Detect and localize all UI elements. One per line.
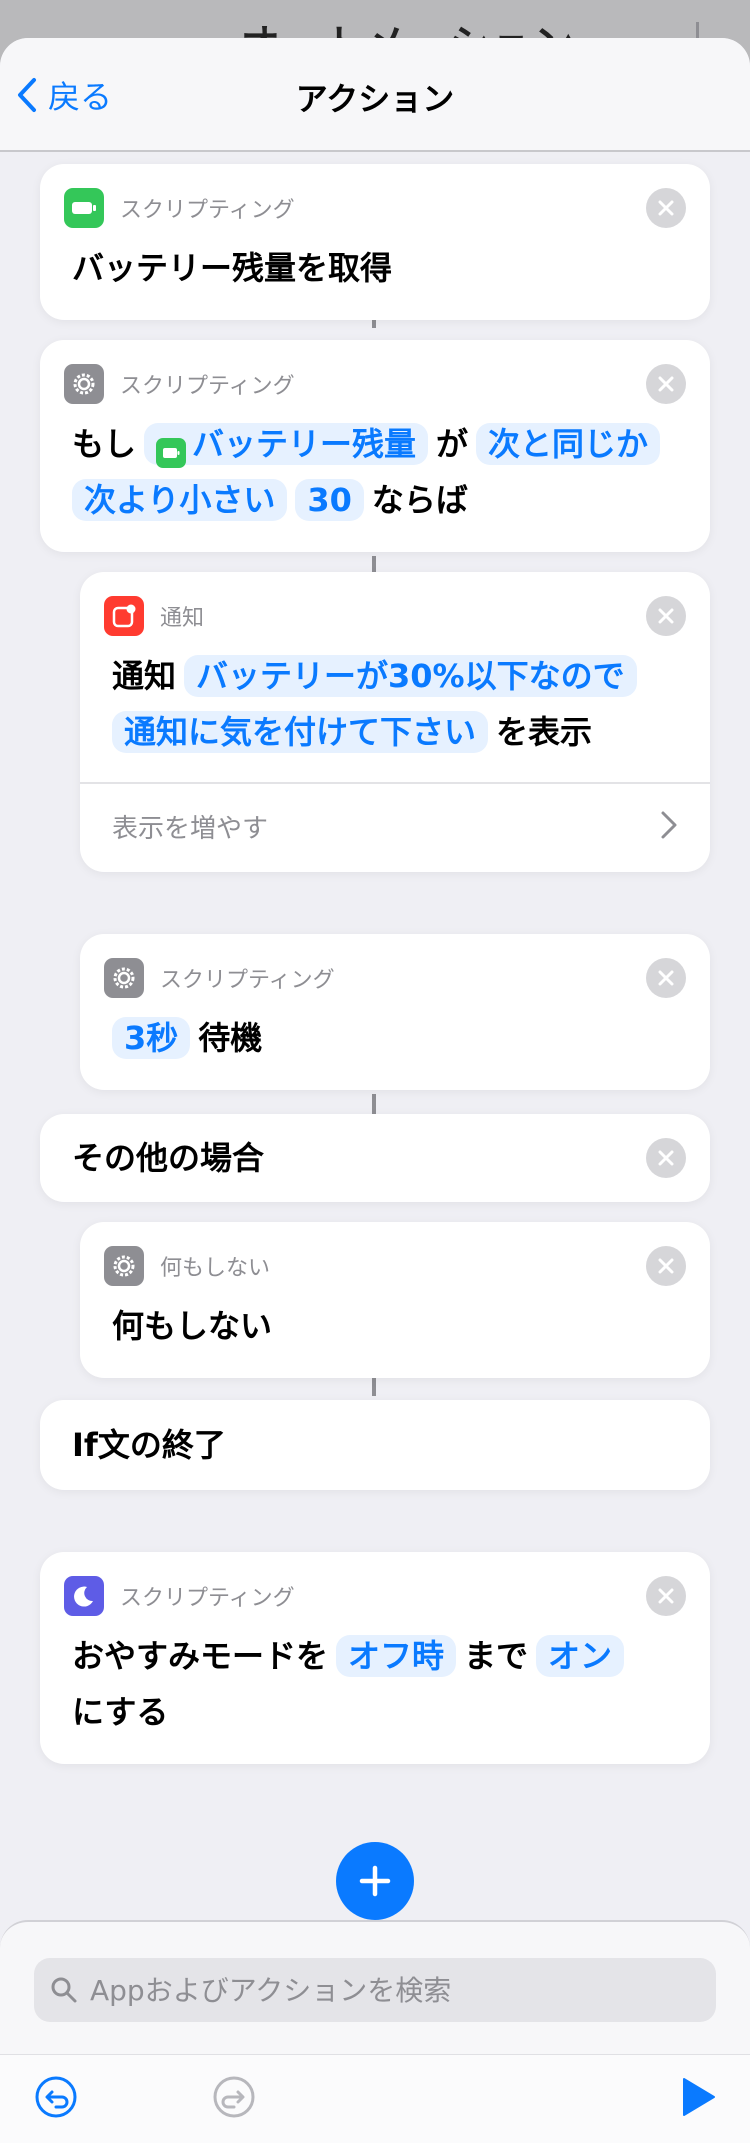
close-icon [658,970,674,986]
close-button[interactable] [646,1138,686,1178]
action-card-otherwise[interactable]: その他の場合 [40,1114,710,1202]
action-header: スクリプティング [64,1576,295,1616]
focus-mid: まで [464,1637,529,1675]
search-icon [51,1977,77,2003]
redo-button[interactable] [212,2075,256,2119]
action-card-focus-mode[interactable]: スクリプティング おやすみモードを オフ時 まで オンにする [40,1552,710,1764]
action-category: スクリプティング [160,968,335,993]
wait-label: 待機 [198,1019,263,1057]
notification-suffix: を表示 [496,713,593,751]
message-token-continued[interactable]: 通知に気を付けて下さい [112,711,489,753]
if-suffix: ならば [371,481,468,519]
battery-icon [156,438,187,468]
action-card-notification[interactable]: 通知 通知 バッテリーが30%以下なので 通知に気を付けて下さい を表示 表示を増やす [80,572,710,872]
if-particle: が [436,425,469,463]
notification-icon [104,596,144,636]
action-header: 何もしない [104,1246,270,1286]
gear-icon [104,958,144,998]
connector-line [372,1094,376,1116]
variable-label: バッテリー残量 [192,425,417,463]
plus-icon [359,1865,391,1897]
close-icon [658,608,674,624]
gear-icon [64,364,104,404]
chevron-right-icon [660,810,678,844]
close-button[interactable] [646,958,686,998]
search-input[interactable] [88,1972,692,2008]
search-panel [0,1920,750,2143]
action-category: スクリプティング [120,198,295,223]
action-category: スクリプティング [120,374,295,399]
action-card-get-battery[interactable]: スクリプティング バッテリー残量を取得 [40,164,710,320]
action-header: 通知 [104,596,204,636]
battery-icon [64,188,104,228]
if-condition: もし バッテリー残量が次と同じか次より小さい 30 ならば [72,416,702,528]
action-card-if[interactable]: スクリプティング もし バッテリー残量が次と同じか次より小さい 30 ならば [40,340,710,552]
close-button[interactable] [646,596,686,636]
close-button[interactable] [646,188,686,228]
close-icon [658,200,674,216]
otherwise-label: その他の場合 [72,1139,265,1177]
close-icon [658,1258,674,1274]
notification-prefix: 通知 [112,657,177,695]
gear-icon [104,1246,144,1286]
action-header: スクリプティング [64,188,295,228]
focus-text: おやすみモードを オフ時 まで オンにする [72,1628,702,1740]
action-card-do-nothing[interactable]: 何もしない 何もしない [80,1222,710,1378]
add-action-button[interactable] [336,1842,414,1920]
action-category: 何もしない [160,1256,271,1281]
close-icon [658,1588,674,1604]
focus-prefix: おやすみモードを [72,1637,329,1675]
undo-button[interactable] [34,2075,78,2119]
undo-icon [35,2076,77,2118]
actions-list: スクリプティング バッテリー残量を取得 スクリプティング もし バッテリー残量が次… [0,152,750,1922]
state-token[interactable]: オン [536,1635,625,1677]
focus-suffix: にする [72,1693,169,1731]
page-title: アクション [295,80,455,118]
action-card-end-if[interactable]: If文の終了 [40,1400,710,1490]
run-button[interactable] [676,2075,720,2119]
editor-toolbar [0,2054,750,2143]
action-header: スクリプティング [104,958,335,998]
variable-token[interactable]: バッテリー残量 [144,423,429,468]
play-icon [683,2078,715,2116]
close-icon [658,1150,674,1166]
action-text: バッテリー残量を取得 [72,249,393,287]
navigation-bar: 戻る アクション [0,38,750,152]
action-sheet: 戻る アクション スクリプティング バッテリー残量を取得 スクリプティング もし… [0,38,750,2143]
action-category: スクリプティング [120,1586,295,1611]
close-button[interactable] [646,1246,686,1286]
condition-token[interactable]: 次と同じか [476,423,661,465]
notification-text: 通知 バッテリーが30%以下なので通知に気を付けて下さい を表示 [112,648,702,760]
until-token[interactable]: オフ時 [336,1635,457,1677]
redo-icon [213,2076,255,2118]
card-divider [80,782,710,784]
action-category: 通知 [160,606,205,631]
search-bar[interactable] [34,1958,716,2022]
message-token[interactable]: バッテリーが30%以下なので [184,655,637,697]
close-icon [658,376,674,392]
close-button[interactable] [646,1576,686,1616]
action-header: スクリプティング [64,364,295,404]
wait-text: 3秒 待機 [112,1010,262,1066]
close-button[interactable] [646,364,686,404]
duration-token[interactable]: 3秒 [112,1017,191,1059]
show-more-button[interactable]: 表示を増やす [112,808,268,845]
end-if-label: If文の終了 [72,1426,226,1464]
condition-token-continued[interactable]: 次より小さい [72,479,288,521]
action-text: 何もしない [112,1307,273,1345]
action-card-wait[interactable]: スクリプティング 3秒 待機 [80,934,710,1090]
value-token[interactable]: 30 [295,479,364,521]
if-prefix: もし [72,425,137,463]
moon-icon [64,1576,104,1616]
